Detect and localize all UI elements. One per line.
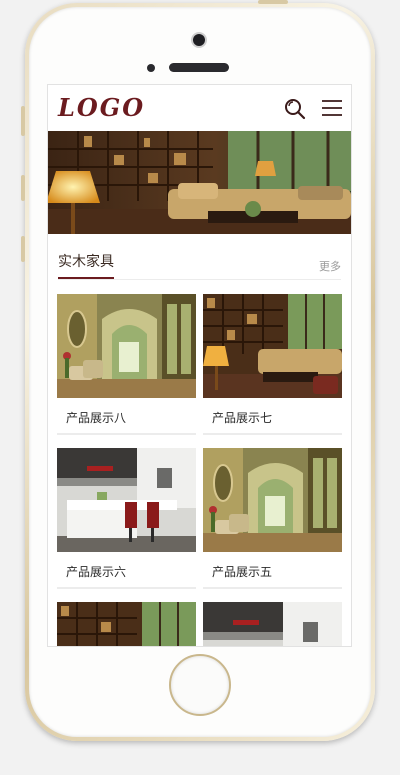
- more-link[interactable]: 更多: [319, 258, 341, 274]
- search-icon[interactable]: [284, 98, 306, 120]
- site-logo[interactable]: LOGO: [58, 94, 145, 122]
- power-button: [258, 0, 288, 4]
- product-image: [203, 294, 342, 398]
- proximity-sensor: [147, 64, 155, 72]
- volume-down-button: [21, 236, 25, 262]
- product-card[interactable]: 产品展示五: [203, 448, 342, 589]
- living-room-photo: [48, 131, 351, 234]
- product-caption: 产品展示七: [203, 398, 342, 435]
- section-title[interactable]: 实木家具: [58, 254, 114, 279]
- product-name: 产品展示五: [212, 565, 273, 579]
- mute-switch: [21, 106, 25, 136]
- volume-up-button: [21, 175, 25, 201]
- product-card[interactable]: [203, 602, 342, 646]
- product-card[interactable]: 产品展示八: [57, 294, 196, 435]
- earpiece-speaker: [169, 63, 229, 72]
- product-image: [57, 448, 196, 552]
- product-caption: 产品展示六: [57, 552, 196, 589]
- screen: LOGO 实木家具 更多 产品展示八 产品展示七 产品展示六 产品展示五: [47, 84, 352, 647]
- product-card[interactable]: 产品展示七: [203, 294, 342, 435]
- product-card[interactable]: 产品展示六: [57, 448, 196, 589]
- hero-banner[interactable]: [48, 131, 351, 234]
- product-image: [57, 602, 196, 646]
- section-divider: [58, 279, 341, 280]
- product-name: 产品展示七: [212, 411, 273, 425]
- top-bar: LOGO: [48, 85, 351, 131]
- hamburger-menu-icon[interactable]: [321, 99, 343, 117]
- home-button[interactable]: [169, 654, 231, 716]
- product-card[interactable]: [57, 602, 196, 646]
- product-name: 产品展示六: [66, 565, 127, 579]
- product-image: [57, 294, 196, 398]
- product-image: [203, 448, 342, 552]
- product-image: [203, 602, 342, 646]
- product-name: 产品展示八: [66, 411, 127, 425]
- section-header: 实木家具 更多: [48, 234, 351, 282]
- front-camera: [193, 34, 205, 46]
- product-caption: 产品展示五: [203, 552, 342, 589]
- product-caption: 产品展示八: [57, 398, 196, 435]
